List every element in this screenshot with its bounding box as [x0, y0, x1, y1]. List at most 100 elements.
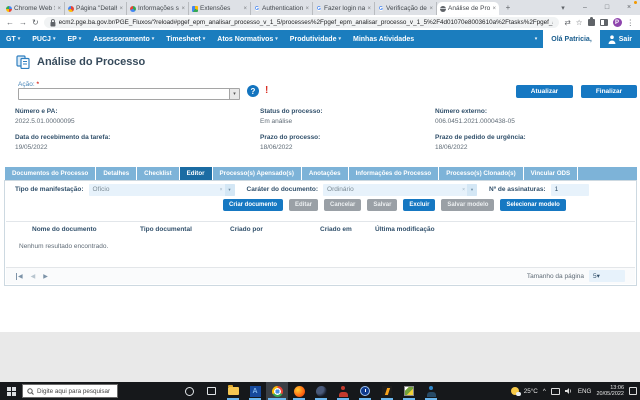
tab-checklist[interactable]: Checklist: [137, 167, 179, 180]
tipo-manifestacao-select[interactable]: Ofício × ▾: [88, 183, 235, 196]
blue-a-app-button[interactable]: A: [244, 382, 266, 400]
tab-documentos-do-processo[interactable]: Documentos do Processo: [5, 167, 96, 180]
nav-item-minhas-atividades[interactable]: Minhas Atividades: [347, 30, 420, 48]
firefox-button[interactable]: [288, 382, 310, 400]
volume-icon[interactable]: [564, 387, 573, 395]
reload-icon[interactable]: ↻: [32, 18, 39, 27]
extensions-puzzle-icon[interactable]: [587, 17, 595, 26]
browser-tab[interactable]: Informações so ×: [127, 2, 189, 15]
nav-item-atos-normativos[interactable]: Atos Normativos ▾: [211, 30, 284, 48]
nav-overflow-chevron-icon[interactable]: ▾: [529, 36, 544, 42]
browser-menu-icon[interactable]: ⋮: [627, 18, 635, 27]
back-icon[interactable]: ←: [6, 18, 14, 27]
tab-close-icon[interactable]: ×: [492, 6, 496, 12]
excluir-button[interactable]: Excluir: [403, 199, 436, 211]
browser-tab[interactable]: Extensões ×: [189, 2, 251, 15]
tab-close-icon[interactable]: ×: [429, 6, 433, 12]
selecionar-modelo-button[interactable]: Selecionar modelo: [500, 199, 566, 211]
tab-close-icon[interactable]: ×: [305, 6, 309, 12]
atualizar-button[interactable]: Atualizar: [516, 85, 573, 98]
forward-icon[interactable]: →: [19, 18, 27, 27]
tab-vincular-ods[interactable]: Vincular ODS: [523, 167, 578, 180]
chrome-button[interactable]: [266, 382, 288, 400]
carater-documento-select[interactable]: Ordinário × ▾: [323, 183, 478, 196]
tab-close-icon[interactable]: ×: [367, 6, 371, 12]
weather-icon[interactable]: [510, 387, 521, 396]
logout-button[interactable]: Sair: [600, 34, 640, 44]
chevron-down-icon[interactable]: ▾: [467, 183, 478, 196]
tab-detalhes[interactable]: Detalhes: [96, 167, 137, 180]
finalizar-button[interactable]: Finalizar: [581, 85, 637, 98]
nav-item-timesheet[interactable]: Timesheet ▾: [160, 30, 211, 48]
red-person-app-button[interactable]: [332, 382, 354, 400]
browser-tab[interactable]: Chrome Web S ×: [3, 2, 65, 15]
language-indicator[interactable]: ENG: [578, 388, 592, 395]
tab-processos-clonados[interactable]: Processo(s) Clonado(s): [439, 167, 523, 180]
file-explorer-button[interactable]: [222, 382, 244, 400]
new-tab-button[interactable]: +: [502, 3, 514, 12]
side-panel-icon[interactable]: [599, 19, 608, 26]
tab-close-icon[interactable]: ×: [181, 6, 185, 12]
blue-person-app-button[interactable]: [420, 382, 442, 400]
temperature[interactable]: 25°C: [524, 388, 538, 395]
chevron-down-icon[interactable]: ▾: [229, 89, 239, 99]
nav-item-produtividade[interactable]: Produtividade ▾: [284, 30, 347, 48]
tab-processos-apensados[interactable]: Processo(s) Apensado(s): [212, 167, 301, 180]
next-page-icon[interactable]: ▶: [43, 273, 48, 280]
num-assinaturas-input[interactable]: 1: [550, 183, 589, 196]
url-field[interactable]: ecm2.pge.ba.gov.br/PGE_Fluxos/?reload#pg…: [43, 17, 560, 28]
tab-editor[interactable]: Editor: [179, 167, 212, 180]
column-criado-em[interactable]: Criado em: [320, 226, 375, 233]
profile-avatar[interactable]: P: [612, 18, 622, 27]
blue-clock-app-button[interactable]: [354, 382, 376, 400]
nav-item-pucj[interactable]: PUCJ ▾: [26, 30, 61, 48]
browser-tab[interactable]: Fazer login nas ×: [313, 2, 375, 15]
bookmark-star-icon[interactable]: ☆: [576, 18, 583, 27]
cortana-button[interactable]: [178, 382, 200, 400]
maximize-button[interactable]: □: [596, 4, 618, 11]
tab-close-icon[interactable]: ×: [57, 6, 61, 12]
network-icon[interactable]: [550, 387, 560, 395]
minimize-button[interactable]: –: [574, 4, 596, 11]
close-window-button[interactable]: ×: [618, 4, 640, 11]
tab-informacoes-do-processo[interactable]: Informações do Processo: [348, 167, 439, 180]
editor-app-button[interactable]: [398, 382, 420, 400]
column-ultima-modificacao[interactable]: Última modificação: [375, 226, 635, 233]
nav-item-assessoramento[interactable]: Assessoramento ▾: [87, 30, 160, 48]
show-hidden-icons-chevron[interactable]: ^: [543, 388, 546, 395]
tab-anotacoes[interactable]: Anotações: [301, 167, 348, 180]
chevron-down-icon[interactable]: ▾: [224, 183, 235, 196]
flash-app-button[interactable]: [376, 382, 398, 400]
dark-disc-app-button[interactable]: [310, 382, 332, 400]
taskbar-clock[interactable]: 13:06 20/05/2022: [596, 385, 624, 398]
task-view-button[interactable]: [200, 382, 222, 400]
browser-tab[interactable]: Verificação de ×: [375, 2, 437, 15]
browser-tab[interactable]: Página "Detalh ×: [65, 2, 127, 15]
clear-icon[interactable]: ×: [462, 187, 465, 193]
tab-close-icon[interactable]: ×: [119, 6, 123, 12]
clear-icon[interactable]: ×: [220, 187, 223, 193]
page-size-select[interactable]: 5 ▾: [589, 270, 625, 282]
editar-button[interactable]: Editar: [289, 199, 319, 211]
tab-close-icon[interactable]: ×: [243, 6, 247, 12]
help-icon[interactable]: ?: [247, 85, 259, 97]
browser-tab-active[interactable]: Análise de Pro ×: [437, 2, 499, 15]
column-tipo-documental[interactable]: Tipo documental: [140, 226, 230, 233]
criar-documento-button[interactable]: Criar documento: [223, 199, 284, 211]
cancelar-button[interactable]: Cancelar: [324, 199, 362, 211]
column-nome-documento[interactable]: Nome do documento: [32, 226, 140, 233]
previous-page-icon[interactable]: ◀: [31, 273, 36, 280]
salvar-modelo-button[interactable]: Salvar modelo: [441, 199, 495, 211]
action-center-icon[interactable]: [629, 387, 637, 395]
start-button[interactable]: [0, 382, 22, 400]
nav-item-ep[interactable]: EP ▾: [61, 30, 87, 48]
swap-arrows-icon[interactable]: ⇄: [564, 18, 570, 27]
browser-tab[interactable]: Authentication ×: [251, 2, 313, 15]
taskbar-search-input[interactable]: Digite aqui para pesquisar: [22, 384, 118, 398]
salvar-button[interactable]: Salvar: [367, 199, 398, 211]
user-greeting[interactable]: Olá Patricia,: [543, 30, 600, 48]
tab-search-icon[interactable]: ▾: [552, 4, 574, 12]
chevron-down-icon[interactable]: ▾: [597, 272, 600, 280]
first-page-icon[interactable]: ◀: [16, 272, 23, 280]
column-criado-por[interactable]: Criado por: [230, 226, 320, 233]
